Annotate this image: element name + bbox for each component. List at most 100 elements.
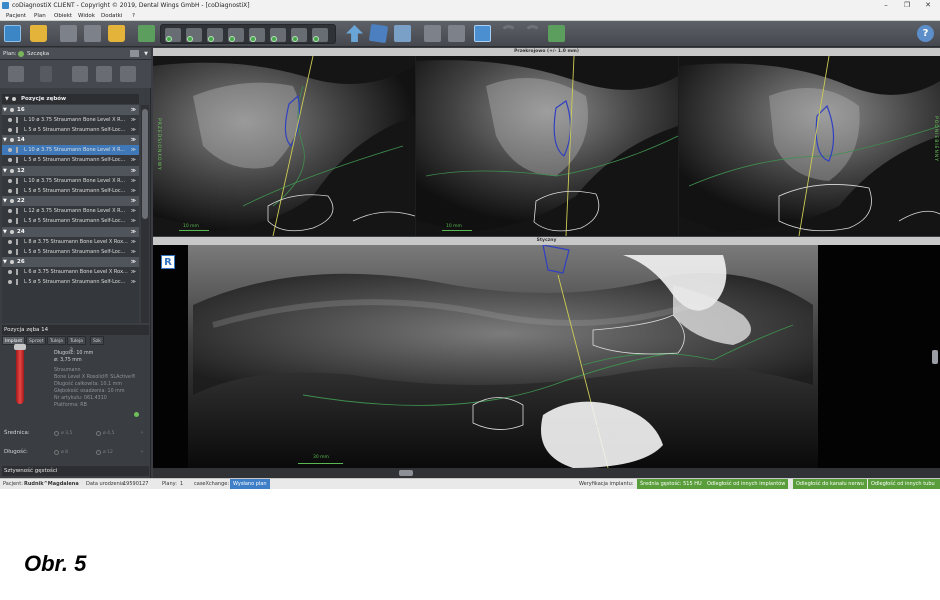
menu-plan[interactable]: Plan	[34, 11, 46, 21]
tooth-header[interactable]: ▼ 12 ≫	[2, 165, 139, 176]
length-option-1[interactable]	[54, 450, 59, 455]
collapse-chevron-icon[interactable]: ≫	[131, 227, 136, 237]
save-icon[interactable]	[60, 25, 77, 42]
step-6-icon[interactable]	[270, 28, 286, 42]
lock-icon[interactable]	[16, 278, 18, 285]
tangential-viewport[interactable]: R 30 mm	[153, 245, 940, 468]
undo-icon[interactable]	[500, 25, 517, 42]
visibility-dot-icon[interactable]	[10, 259, 14, 264]
collapse-chevron-icon[interactable]: ≫	[131, 166, 136, 176]
diameter-option-1[interactable]	[54, 431, 59, 436]
horizontal-scrollbar[interactable]	[153, 468, 940, 478]
lock-icon[interactable]	[16, 157, 18, 164]
menu-dodatki[interactable]: Dodatki	[101, 11, 122, 21]
expand-icon[interactable]: ▼	[3, 135, 7, 145]
list-scrollbar[interactable]	[141, 105, 149, 323]
expand-icon[interactable]: ▼	[3, 166, 7, 176]
implant-row[interactable]: L 10 ø 3.75 Straumann Bone Level X R... ≫	[2, 176, 139, 186]
check-density[interactable]: Średnia gęstość: 515 HU	[637, 479, 705, 489]
tooth-position-14[interactable]: ▼ 14 ≫ L 10 ø 3.75 Straumann Bone Level X R…	[2, 135, 139, 165]
positions-header[interactable]: ▼ Pozycje zębów	[2, 94, 139, 104]
expand-icon[interactable]: ▼	[3, 227, 7, 237]
implant-row[interactable]: L 12 ø 3.75 Straumann Bone Level X R... ≫	[2, 206, 139, 216]
lock-icon[interactable]	[16, 208, 18, 215]
lock-icon[interactable]	[16, 177, 18, 184]
redo-icon[interactable]	[524, 25, 541, 42]
row-chevron-icon[interactable]: ≫	[131, 216, 136, 226]
row-chevron-icon[interactable]: ≫	[131, 267, 136, 277]
step-8-icon[interactable]	[312, 28, 328, 42]
lock-icon[interactable]	[16, 147, 18, 154]
lock-icon[interactable]	[16, 127, 18, 133]
visibility-dot-icon[interactable]	[10, 108, 14, 112]
lock-icon[interactable]	[16, 268, 18, 275]
tooth-header[interactable]: ▼ 26 ≫	[2, 256, 139, 267]
visibility-dot-icon[interactable]	[8, 148, 12, 153]
screenshot-icon[interactable]	[548, 25, 565, 42]
row-chevron-icon[interactable]: ≫	[131, 145, 136, 155]
row-chevron-icon[interactable]: ≫	[131, 206, 136, 216]
tooth-position-26[interactable]: ▼ 26 ≫ L 6 ø 3.75 Straumann Bone Level X Ro…	[2, 256, 139, 287]
tooth-position-24[interactable]: ▼ 24 ≫ L 8 ø 3.75 Straumann Bone Level X Ro…	[2, 226, 139, 257]
expand-icon[interactable]: ▼	[3, 196, 7, 206]
panel-menu-icon[interactable]	[130, 50, 139, 57]
implant-row[interactable]: L 5 ø 5 Straumann Straumann Self-Loc... ≫	[2, 277, 139, 287]
tooth-position-16[interactable]: ▼ 16 ≫ L 10 ø 3.75 Straumann Bone Level X R…	[2, 105, 139, 135]
lock-icon[interactable]	[16, 117, 18, 123]
tab-szk[interactable]: Szk	[90, 336, 104, 345]
collapse-chevron-icon[interactable]: ≫	[131, 105, 136, 115]
step-7-icon[interactable]	[291, 28, 307, 42]
implant-row[interactable]: L 8 ø 3.75 Straumann Bone Level X Rox...…	[2, 237, 139, 247]
close-button[interactable]: ✕	[922, 0, 934, 11]
tooth-header[interactable]: ▼ 16 ≫	[2, 105, 139, 115]
visibility-dot-icon[interactable]	[8, 279, 12, 284]
minimize-button[interactable]: –	[880, 0, 892, 11]
check-implant-distance[interactable]: Odległość od innych implantów	[704, 479, 789, 489]
tooth-header[interactable]: ▼ 24 ≫	[2, 226, 139, 237]
menu-widok[interactable]: Widok	[78, 11, 95, 21]
maximize-button[interactable]: ❐	[901, 0, 913, 11]
visibility-dot-icon[interactable]	[8, 209, 12, 214]
delete-implant-icon[interactable]	[120, 66, 136, 82]
step-2-icon[interactable]	[186, 28, 202, 42]
visibility-dot-icon[interactable]	[8, 269, 12, 274]
implant-row[interactable]: L 10 ø 3.75 Straumann Bone Level X R... ≫	[2, 115, 139, 125]
model-cube-icon[interactable]	[138, 25, 155, 42]
implant-row[interactable]: L 6 ø 3.75 Straumann Bone Level X Rox...…	[2, 267, 139, 277]
step-4-icon[interactable]	[228, 28, 244, 42]
menu-obiekt[interactable]: Obiekt	[54, 11, 72, 21]
casexchange-status[interactable]: Wysłano plan	[230, 479, 270, 489]
row-chevron-icon[interactable]: ≫	[131, 176, 136, 186]
visibility-dot-icon[interactable]	[10, 229, 14, 234]
implant-row[interactable]: L 5 ø 5 Straumann Straumann Self-Loc... ≫	[2, 216, 139, 226]
plan-name[interactable]: Szczęka	[27, 48, 49, 60]
view-box-icon[interactable]	[394, 25, 411, 42]
step-1-icon[interactable]	[165, 28, 181, 42]
check-other-distance[interactable]: Odległość od innych tubu	[868, 479, 940, 489]
tooth-header[interactable]: ▼ 14 ≫	[2, 135, 139, 146]
collapse-chevron-icon[interactable]: ≫	[131, 135, 136, 145]
tab-tuleja-2[interactable]: Tuleja 2	[67, 336, 86, 353]
lock-icon[interactable]	[16, 238, 18, 245]
visibility-dot-icon[interactable]	[8, 239, 12, 244]
crown-icon[interactable]	[96, 66, 112, 82]
measure-tool-icon[interactable]	[424, 25, 441, 42]
tab-tuleja[interactable]: Tuleja	[47, 336, 66, 345]
dropdown-chevron-icon[interactable]: ▼	[144, 48, 148, 60]
tooth-header[interactable]: ▼ 22 ≫	[2, 196, 139, 207]
visibility-dot-icon[interactable]	[8, 188, 12, 193]
menu-help[interactable]: ?	[132, 11, 135, 21]
cross-section-view-2[interactable]: 10 mm	[416, 56, 678, 236]
visibility-dot-icon[interactable]	[8, 219, 12, 224]
chevron-right-icon[interactable]: ›	[141, 430, 143, 436]
row-chevron-icon[interactable]: ≫	[131, 186, 136, 196]
tooth-position-22[interactable]: ▼ 22 ≫ L 12 ø 3.75 Straumann Bone Level X R…	[2, 196, 139, 226]
collapse-chevron-icon[interactable]: ≫	[131, 196, 136, 206]
implant-row[interactable]: L 5 ø 5 Straumann Straumann Self-Loc... ≫	[2, 125, 139, 135]
visibility-dot-icon[interactable]	[8, 158, 12, 163]
expand-icon[interactable]: ▼	[3, 257, 7, 267]
step-3-icon[interactable]	[207, 28, 223, 42]
row-chevron-icon[interactable]: ≫	[131, 277, 136, 287]
vertical-scroll-thumb[interactable]	[932, 350, 938, 364]
chevron-right-icon-2[interactable]: ›	[141, 449, 143, 455]
